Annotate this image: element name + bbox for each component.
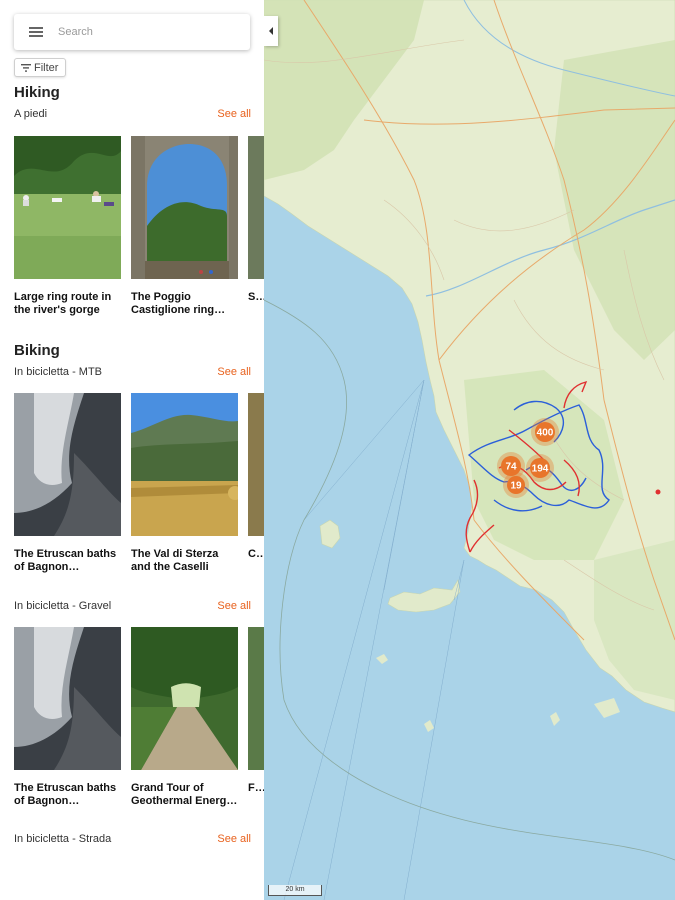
route-card[interactable]: C… G… — [248, 393, 264, 561]
subsection-label: In bicicletta - MTB — [14, 366, 103, 378]
route-card-title: The Poggio Castiglione ring… — [131, 291, 226, 316]
route-card[interactable]: The Poggio Castiglione ring… — [131, 136, 238, 317]
filter-button[interactable]: Filter — [14, 58, 67, 77]
route-card-title: S… f… — [248, 291, 264, 303]
subsection-label: A piedi — [14, 108, 48, 120]
route-card-title: The Etruscan baths of Bagnon… — [14, 548, 117, 573]
poi-marker[interactable] — [655, 489, 661, 495]
section-title-hiking: Hiking — [14, 84, 60, 101]
map-canvas[interactable]: 400 74 194 19 — [264, 0, 675, 900]
cluster-400[interactable]: 400 — [531, 418, 559, 446]
route-thumbnail — [248, 627, 264, 770]
route-thumbnail — [131, 393, 238, 536]
chevron-left-icon — [269, 27, 273, 35]
collapse-panel-button[interactable] — [264, 16, 278, 46]
map-scale: 20 km — [268, 885, 322, 896]
route-card-title: The Val di Sterza and the Caselli Forest — [131, 548, 219, 573]
route-thumbnail — [14, 393, 121, 536]
route-card[interactable]: F… V… — [248, 627, 264, 795]
route-thumbnail — [14, 136, 121, 279]
subsection-header: A piedi See all — [14, 108, 251, 120]
route-thumbnail — [248, 136, 264, 279]
cluster-19[interactable]: 19 — [503, 472, 529, 498]
filter-label: Filter — [34, 61, 59, 74]
card-row: The Etruscan baths of Bagnon… Grand Tour… — [14, 627, 264, 817]
route-card[interactable]: Large ring route in the river's gorge — [14, 136, 121, 317]
filter-icon — [21, 63, 31, 72]
route-thumbnail — [131, 136, 238, 279]
route-card[interactable]: The Val di Sterza and the Caselli Forest — [131, 393, 238, 574]
route-card[interactable]: The Etruscan baths of Bagnon… — [14, 627, 121, 808]
search-input[interactable] — [58, 26, 228, 38]
map-view[interactable]: 400 74 194 19 — [264, 0, 675, 900]
cluster-count: 194 — [532, 464, 549, 475]
subsection-label: In bicicletta - Strada — [14, 833, 112, 845]
cluster-count: 74 — [505, 462, 517, 473]
search-bar — [14, 14, 250, 50]
route-card[interactable]: S… f… — [248, 136, 264, 304]
see-all-link[interactable]: See all — [217, 366, 251, 378]
route-card[interactable]: Grand Tour of Geothermal Energ… — [131, 627, 238, 808]
route-card-title: Grand Tour of Geothermal Energ… — [131, 782, 238, 807]
menu-icon[interactable] — [14, 14, 58, 50]
section-title-biking: Biking — [14, 342, 60, 359]
card-row: The Etruscan baths of Bagnon… The Val di… — [14, 393, 264, 583]
route-card-title: Large ring route in the river's gorge — [14, 291, 112, 316]
see-all-link[interactable]: See all — [217, 108, 251, 120]
subsection-header: In bicicletta - Gravel See all — [14, 600, 251, 612]
route-card[interactable]: The Etruscan baths of Bagnon… — [14, 393, 121, 574]
cluster-194[interactable]: 194 — [526, 454, 554, 482]
route-card-title: F… V… — [248, 782, 264, 794]
route-thumbnail — [131, 627, 238, 770]
route-card-title: The Etruscan baths of Bagnon… — [14, 782, 117, 807]
cluster-count: 19 — [510, 481, 522, 492]
side-panel: Filter Hiking A piedi See all Large ring… — [0, 0, 264, 900]
subsection-label: In bicicletta - Gravel — [14, 600, 112, 612]
route-thumbnail — [14, 627, 121, 770]
route-thumbnail — [248, 393, 264, 536]
cluster-count: 400 — [537, 428, 554, 439]
see-all-link[interactable]: See all — [217, 833, 251, 845]
subsection-header: In bicicletta - MTB See all — [14, 366, 251, 378]
route-card-title: C… G… — [248, 548, 264, 560]
subsection-header: In bicicletta - Strada See all — [14, 833, 251, 845]
see-all-link[interactable]: See all — [217, 600, 251, 612]
card-row: Large ring route in the river's gorge Th… — [14, 136, 264, 326]
